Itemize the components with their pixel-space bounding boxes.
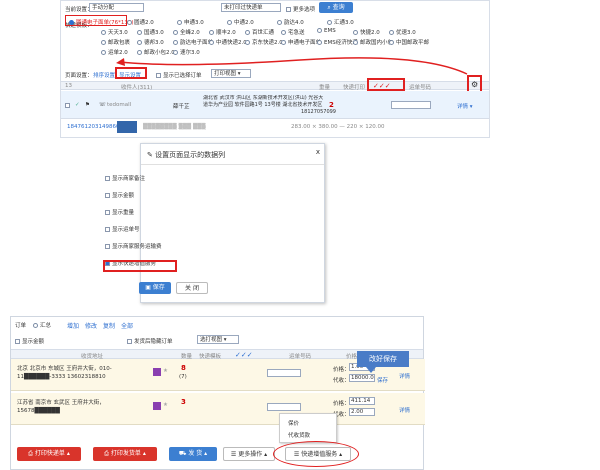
waybill-input[interactable]: [267, 369, 301, 377]
truck-icon: ⛟: [178, 450, 187, 457]
row-qty: 8: [181, 364, 186, 372]
dialog-option-label: 显示运单号: [112, 227, 140, 233]
table-row[interactable]: 江苏省 南京市 玄武区 王府井大街，15678██████ ★ 3 价格： 411.14…: [11, 393, 425, 425]
save-icon: ▣: [145, 284, 151, 291]
price-label: 价格：: [333, 401, 350, 407]
tab-orders[interactable]: 订单: [15, 321, 26, 329]
popup-item-insured[interactable]: 保价: [288, 419, 299, 427]
menu-icon: ☰: [230, 451, 237, 458]
save-link[interactable]: 保存: [377, 376, 388, 384]
popup-item-cod[interactable]: 代收货款: [288, 431, 310, 439]
dialog-option[interactable]: 显示金额: [105, 191, 134, 199]
cod-label: 代收：: [333, 378, 350, 384]
tab-summary[interactable]: 汇总: [33, 321, 51, 329]
details-link[interactable]: 详情: [399, 372, 410, 380]
dialog-option-checkbox[interactable]: [105, 210, 110, 215]
row-address: 江苏省 南京市 玄武区 王府井大街，15678██████: [17, 400, 105, 414]
cod-input[interactable]: 18000.0: [349, 374, 375, 382]
details-link[interactable]: 详情: [399, 406, 410, 414]
annotation-pointer: [366, 367, 376, 373]
bottom-check-marks: ✓✓✓: [235, 351, 253, 359]
bottom-panel: 订单 汇总 增加 修改 复制 全部 显示金额 发货后隐藏订单 选打视图 ▾ 收货地址 …: [10, 316, 425, 470]
dialog-option-label: 显示商家服务运输费: [112, 244, 162, 250]
dialog-save-button[interactable]: ▣ 保存: [139, 282, 171, 294]
waybill-input[interactable]: [267, 403, 301, 411]
dialog-option[interactable]: 显示重量: [105, 208, 134, 216]
dialog-option-checkbox[interactable]: [105, 176, 110, 181]
toolbar-link[interactable]: 复制: [103, 323, 115, 330]
show-merged-checkbox[interactable]: [127, 339, 132, 344]
price-label: 价格：: [333, 367, 350, 373]
printer-icon: ⎙: [28, 450, 33, 457]
toolbar-link[interactable]: 修改: [85, 323, 97, 330]
toolbar-link[interactable]: 增加: [67, 323, 79, 330]
dialog-option[interactable]: 显示运单号: [105, 225, 140, 233]
value-added-highlight: [103, 260, 177, 272]
merge-badge: [153, 402, 161, 410]
star-icon[interactable]: ★: [163, 402, 168, 408]
print-invoice-button[interactable]: ⎙ 打印发货单 ▴: [93, 447, 157, 461]
row-address: 北京 北京市 东城区 王府井大街，010-11██████-3333 13602…: [17, 366, 112, 380]
ship-button[interactable]: ⛟ 发 货 ▴: [169, 447, 217, 461]
star-icon[interactable]: ★: [163, 368, 168, 374]
bottom-rows: 北京 北京市 东城区 王府井大街，010-11██████-3333 13602…: [11, 359, 425, 429]
more-actions-button[interactable]: ☰ 更多操作 ▴: [223, 447, 275, 461]
bottom-view-select[interactable]: 选打视图 ▾: [197, 335, 239, 344]
merge-badge: [153, 368, 161, 376]
show-amount-checkbox[interactable]: [15, 339, 20, 344]
show-merged-option[interactable]: 发货后隐藏订单: [127, 337, 173, 345]
annotation-label: 改好保存: [357, 351, 409, 367]
dialog-option-checkbox[interactable]: [105, 227, 110, 232]
dialog-options: 显示商家备注 显示金额 显示重量 显示运单号 显示商家服务运输费 显示快递增值服务: [105, 144, 326, 274]
dialog-option[interactable]: 显示商家服务运输费: [105, 242, 162, 250]
dialog-option-checkbox[interactable]: [105, 193, 110, 198]
dialog-option-label: 显示商家备注: [112, 176, 146, 182]
settings-dialog: ✎ 设置页面显示的数据列 x 显示商家备注 显示金额 显示重量 显示运单号 显示商家服务…: [103, 143, 326, 303]
row-qty-sub: (7): [179, 374, 187, 380]
row-qty: 3: [181, 398, 186, 406]
toolbar-links: 增加 修改 复制 全部: [67, 321, 139, 330]
print-express-button[interactable]: ⎙ 打印快递单 ▴: [17, 447, 81, 461]
dialog-option[interactable]: 显示商家备注: [105, 174, 145, 182]
dialog-cancel-button[interactable]: 关 闭: [176, 282, 208, 294]
value-added-circle: [273, 441, 359, 467]
dialog-option-label: 显示金额: [112, 193, 135, 199]
value-added-popup: 保价 代收货款: [279, 413, 337, 443]
dialog-option-checkbox[interactable]: [105, 244, 110, 249]
printer-icon: ⎙: [104, 450, 109, 457]
toolbar-link[interactable]: 全部: [121, 323, 133, 330]
price-input[interactable]: 411.14: [349, 397, 375, 405]
show-amount-option[interactable]: 显示金额: [15, 337, 44, 345]
cod-input[interactable]: 2.00: [349, 408, 375, 416]
dialog-option-label: 显示重量: [112, 210, 135, 216]
